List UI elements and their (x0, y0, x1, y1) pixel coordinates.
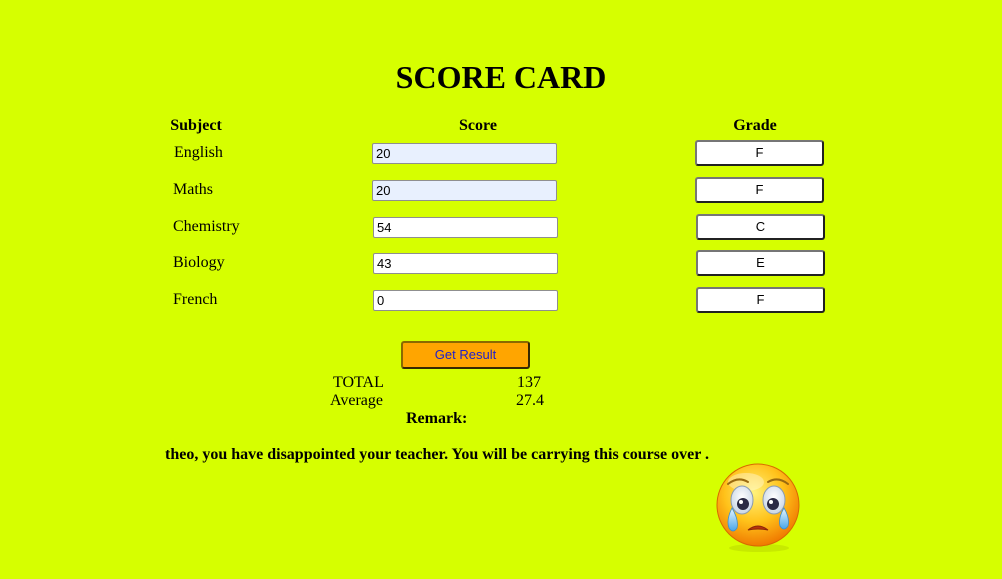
score-input-english[interactable] (372, 143, 557, 164)
page-title: SCORE CARD (395, 59, 607, 95)
subject-label-french: French (173, 291, 218, 308)
total-label: TOTAL (333, 374, 384, 391)
subject-label-english: English (174, 144, 223, 161)
score-input-maths[interactable] (372, 180, 557, 201)
crying-face-icon (716, 463, 800, 552)
header-grade: Grade (733, 117, 777, 134)
grade-button-french[interactable]: F (696, 287, 825, 313)
grade-button-maths[interactable]: F (695, 177, 824, 203)
average-label: Average (330, 392, 383, 409)
header-score: Score (459, 117, 497, 134)
grade-button-english[interactable]: F (695, 140, 824, 166)
total-value: 137 (517, 374, 541, 391)
get-result-button[interactable]: Get Result (401, 341, 530, 369)
score-input-chemistry[interactable] (373, 217, 558, 238)
remark-label: Remark: (406, 410, 468, 427)
remark-text: theo, you have disappointed your teacher… (165, 446, 710, 463)
subject-label-maths: Maths (173, 181, 213, 198)
score-input-french[interactable] (373, 290, 558, 311)
subject-label-chemistry: Chemistry (173, 218, 240, 235)
subject-label-biology: Biology (173, 254, 225, 271)
grade-button-chemistry[interactable]: C (696, 214, 825, 240)
average-value: 27.4 (516, 392, 544, 409)
score-input-biology[interactable] (373, 253, 558, 274)
header-subject: Subject (170, 117, 222, 134)
grade-button-biology[interactable]: E (696, 250, 825, 276)
